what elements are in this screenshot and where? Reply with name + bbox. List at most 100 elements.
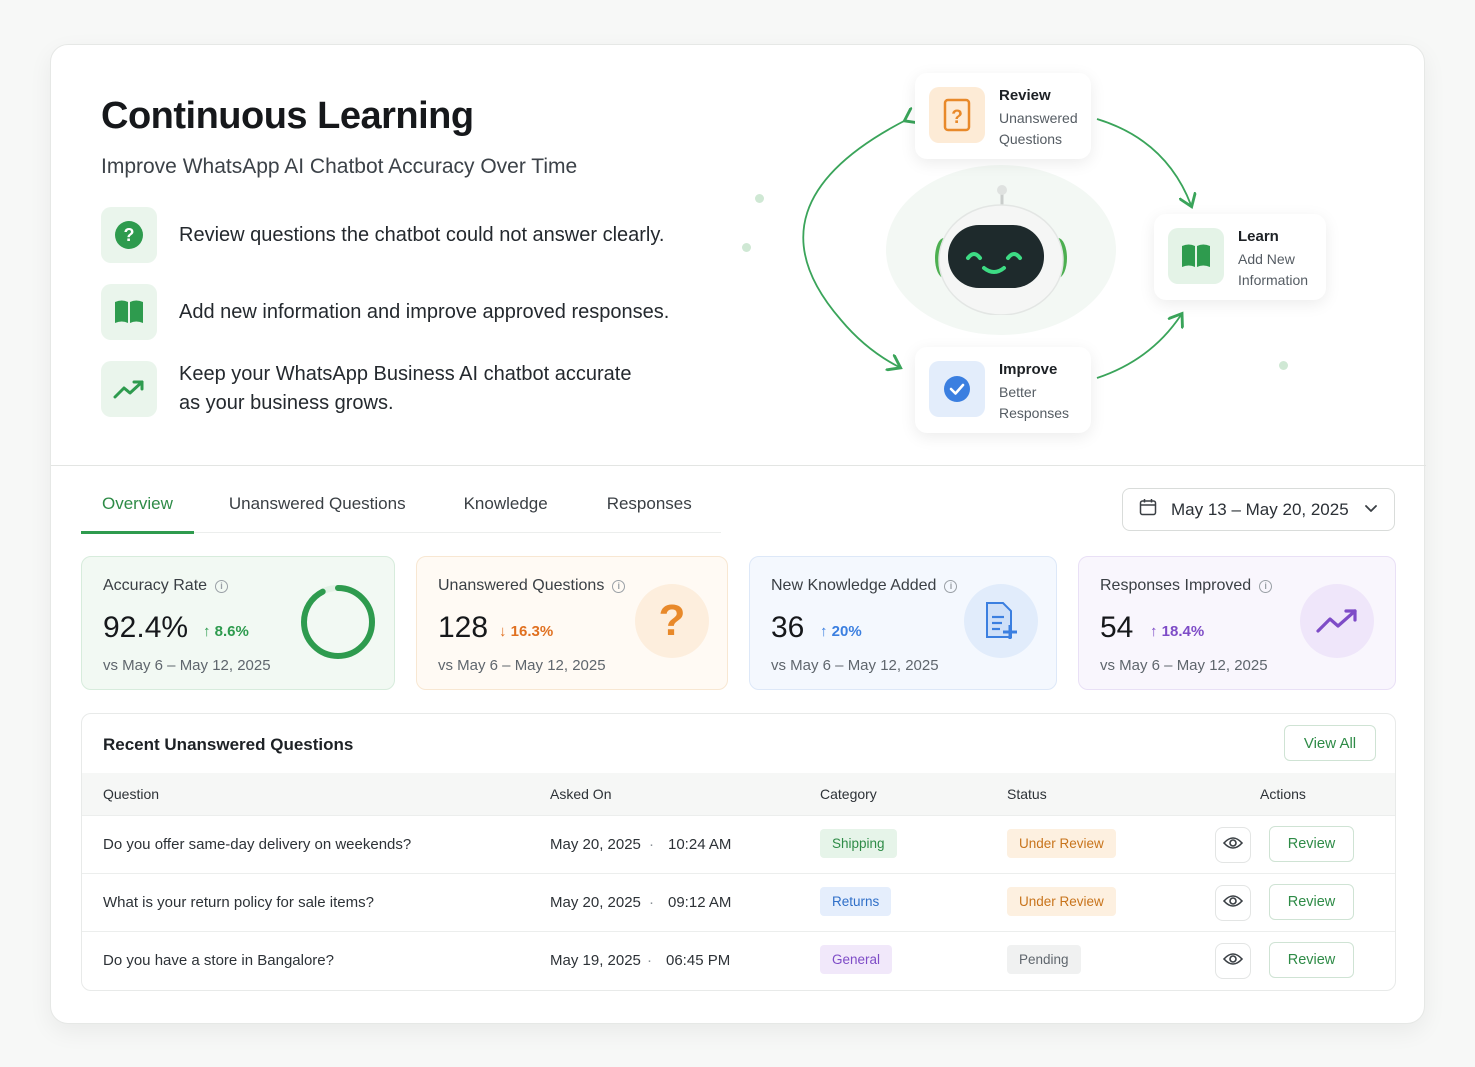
stat-card-unanswered: Unanswered Questions i 128 ↓ 16.3% vs May…: [416, 556, 728, 690]
cycle-node-review: ? Review Unanswered Questions: [915, 73, 1091, 159]
check-badge-icon: [929, 361, 985, 417]
stat-label: Unanswered Questions: [438, 577, 605, 594]
main-card: Continuous Learning Improve WhatsApp AI …: [50, 44, 1426, 1024]
header-status: Status: [1007, 786, 1047, 802]
question-doc-icon: ?: [929, 87, 985, 143]
recent-unanswered-table: Recent Unanswered Questions View All Que…: [81, 713, 1396, 991]
asked-time: 10:24 AM: [668, 836, 732, 853]
cycle-learn-line1: Add New: [1238, 251, 1295, 267]
cycle-learn-line2: Information: [1238, 272, 1309, 288]
table-header: Question Asked On Category Status Action…: [82, 773, 1395, 815]
separator-dot: ·: [647, 952, 652, 969]
accuracy-ring-icon: [299, 583, 377, 666]
stat-card-knowledge: New Knowledge Added i 36 ↑ 20% vs May 6 –…: [749, 556, 1057, 690]
view-button[interactable]: [1215, 827, 1251, 863]
arrow-bottom-right: [1096, 315, 1181, 379]
view-all-button[interactable]: View All: [1284, 725, 1376, 761]
decor-dot: [1279, 361, 1288, 370]
view-button[interactable]: [1215, 885, 1251, 921]
stat-label: New Knowledge Added: [771, 577, 937, 594]
stat-delta: ↓ 16.3%: [499, 623, 554, 640]
table-row: What is your return policy for sale item…: [82, 873, 1395, 931]
stat-delta: ↑ 8.6%: [203, 623, 249, 640]
header-question: Question: [103, 786, 160, 802]
tab-knowledge[interactable]: Knowledge: [435, 475, 577, 533]
asked-date: May 20, 2025: [550, 836, 641, 853]
tab-overview[interactable]: Overview: [81, 475, 194, 534]
table-title: Recent Unanswered Questions: [103, 735, 354, 754]
review-button[interactable]: Review: [1269, 942, 1354, 978]
robot-icon: [928, 180, 1068, 316]
stat-compare: vs May 6 – May 12, 2025: [103, 657, 271, 674]
question-text: Do you have a store in Bangalore?: [103, 952, 334, 969]
stat-label: Accuracy Rate: [103, 577, 208, 594]
info-icon[interactable]: i: [612, 579, 626, 593]
separator-dot: ·: [649, 894, 654, 911]
decor-dot: [755, 194, 764, 203]
view-button[interactable]: [1215, 943, 1251, 979]
category-badge: General: [820, 945, 893, 974]
tab-responses[interactable]: Responses: [577, 475, 721, 533]
table-row: Do you offer same-day delivery on weeken…: [82, 815, 1395, 873]
stat-delta: ↑ 18.4%: [1150, 623, 1205, 640]
date-range-picker[interactable]: May 13 – May 20, 2025: [1122, 488, 1395, 531]
calendar-icon: [1139, 498, 1157, 521]
arrow-up-icon: ↑: [1150, 623, 1162, 640]
review-button[interactable]: Review: [1269, 884, 1354, 920]
category-badge: Shipping: [820, 829, 897, 858]
hero-section: Continuous Learning Improve WhatsApp AI …: [51, 45, 1426, 466]
date-range-label: May 13 – May 20, 2025: [1171, 499, 1349, 519]
table-row: Do you have a store in Bangalore? May 19…: [82, 931, 1395, 989]
stat-value: 92.4%: [103, 611, 189, 644]
stat-value: 36: [771, 611, 805, 644]
document-add-icon: [964, 584, 1038, 658]
question-text: What is your return policy for sale item…: [103, 894, 374, 911]
info-icon[interactable]: i: [944, 579, 958, 593]
question-mark-icon: ?: [635, 584, 709, 658]
category-badge: Returns: [820, 887, 892, 916]
header-category: Category: [820, 786, 877, 802]
arrow-down-icon: ↓: [499, 623, 511, 640]
review-button[interactable]: Review: [1269, 826, 1354, 862]
eye-icon: [1222, 894, 1244, 913]
info-icon[interactable]: i: [215, 579, 229, 593]
cycle-review-title: Review: [999, 87, 1051, 104]
stat-value: 54: [1100, 611, 1134, 644]
arrow-up-icon: ↑: [203, 623, 215, 640]
svg-text:?: ?: [951, 107, 963, 128]
cycle-improve-line1: Better: [999, 384, 1037, 400]
open-book-icon: [1168, 228, 1224, 284]
separator-dot: ·: [649, 836, 654, 853]
tab-bar: Overview Unanswered Questions Knowledge …: [81, 475, 721, 534]
cycle-improve-line2: Responses: [999, 405, 1070, 421]
header-asked-on: Asked On: [550, 786, 612, 802]
arrow-up-icon: ↑: [820, 623, 832, 640]
tab-unanswered-questions[interactable]: Unanswered Questions: [194, 475, 435, 533]
header-actions: Actions: [1260, 786, 1306, 802]
cycle-node-improve: Improve Better Responses: [915, 347, 1091, 433]
eye-icon: [1222, 952, 1244, 971]
arrow-top-right: [1096, 118, 1191, 205]
asked-date: May 20, 2025: [550, 894, 641, 911]
stat-compare: vs May 6 – May 12, 2025: [1100, 657, 1268, 674]
cycle-learn-title: Learn: [1238, 228, 1279, 245]
status-badge: Under Review: [1007, 887, 1116, 916]
status-badge: Under Review: [1007, 829, 1116, 858]
stat-value: 128: [438, 611, 489, 644]
cycle-node-learn: Learn Add New Information: [1154, 214, 1326, 300]
stat-card-responses: Responses Improved i 54 ↑ 18.4% vs May 6 …: [1078, 556, 1396, 690]
trending-up-icon: [1300, 584, 1374, 658]
eye-icon: [1222, 836, 1244, 855]
cycle-improve-title: Improve: [999, 361, 1058, 378]
cycle-review-line2: Questions: [999, 131, 1063, 147]
stat-compare: vs May 6 – May 12, 2025: [438, 657, 606, 674]
stat-delta: ↑ 20%: [820, 623, 862, 640]
chevron-down-icon: [1364, 501, 1378, 519]
asked-time: 09:12 AM: [668, 894, 732, 911]
asked-time: 06:45 PM: [666, 952, 731, 969]
cycle-review-line1: Unanswered: [999, 110, 1078, 126]
stat-label: Responses Improved: [1100, 577, 1252, 594]
info-icon[interactable]: i: [1259, 579, 1273, 593]
decor-dot: [742, 243, 751, 252]
stat-card-accuracy: Accuracy Rate i 92.4% ↑ 8.6% vs May 6 – M…: [81, 556, 395, 690]
